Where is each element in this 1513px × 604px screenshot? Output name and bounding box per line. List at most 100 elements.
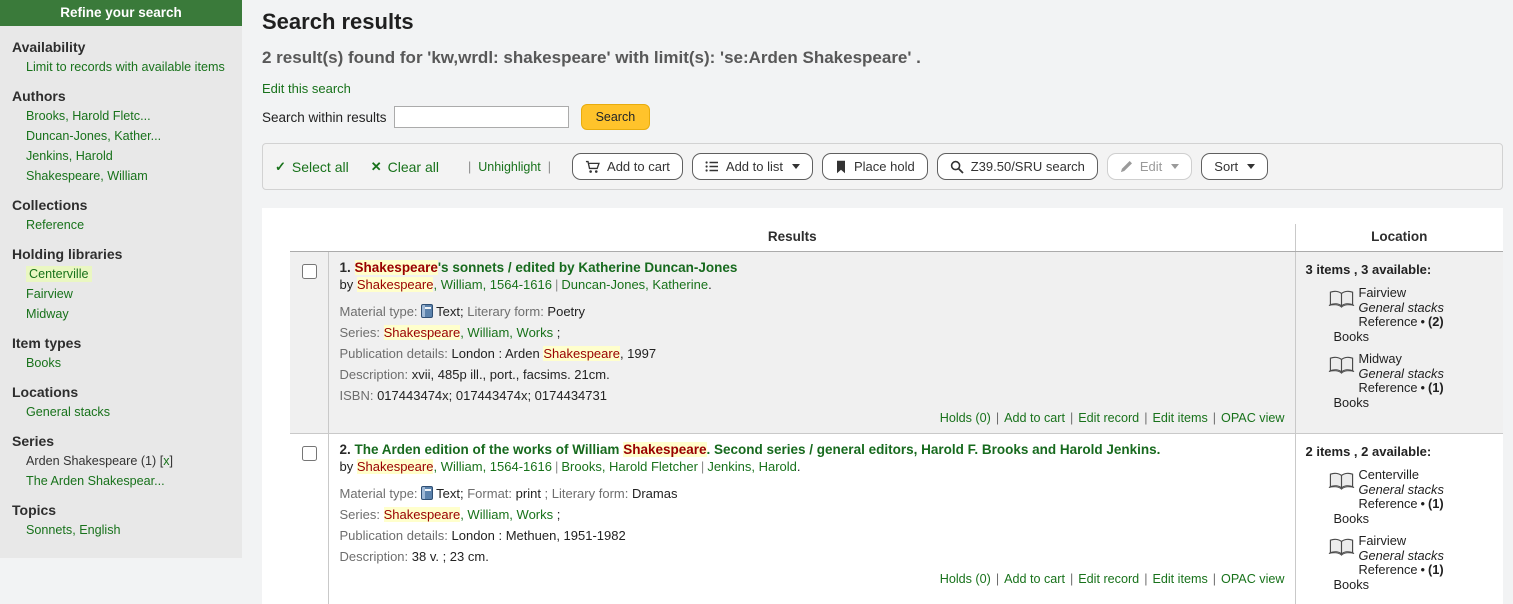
text-segment: print [515, 486, 541, 501]
facet-section-item-types: Item types Books [0, 335, 242, 371]
checkmark-icon: ✓ [275, 158, 286, 174]
facet-link-topic-sonnets[interactable]: Sonnets, English [26, 523, 121, 537]
edit-items-link[interactable]: Edit items [1152, 411, 1207, 425]
facet-heading-topics: Topics [12, 502, 57, 518]
edit-record-link[interactable]: Edit record [1078, 572, 1139, 586]
holding-entry: Midway General stacks Reference • (1) Book… [1328, 351, 1498, 410]
edit-button[interactable]: Edit [1106, 153, 1193, 180]
separator: | [995, 411, 1000, 425]
text-segment: . [796, 459, 801, 474]
result-action-links: Holds (0) | Add to cart | Edit record | Edit i… [340, 572, 1285, 586]
result-checkbox[interactable] [301, 446, 317, 461]
results-column-header: Results [290, 224, 1295, 252]
facet-link-author[interactable]: Duncan-Jones, Kather... [26, 129, 161, 143]
link[interactable]: Jenkins, Harold [707, 459, 797, 474]
facet-heading-item-types: Item types [12, 335, 82, 351]
facet-link-collection[interactable]: Reference [26, 218, 84, 232]
result-checkbox[interactable] [301, 264, 317, 279]
facet-link-series[interactable]: The Arden Shakespear... [26, 474, 165, 488]
clear-all-link[interactable]: ✕ Clear all [371, 159, 439, 175]
separator: | [547, 159, 552, 174]
opac-view-link[interactable]: OPAC view [1221, 411, 1284, 425]
facet-link-location-general-stacks[interactable]: General stacks [26, 405, 110, 419]
edit-record-link[interactable]: Edit record [1078, 411, 1139, 425]
bullet: • [1420, 562, 1426, 577]
result-details: Material type: Text; Format: print ; Lit… [340, 486, 1285, 586]
facet-section-authors: Authors Brooks, Harold Fletc... Duncan-J… [0, 88, 242, 184]
result-title[interactable]: 2. The Arden edition of the works of Wil… [340, 442, 1285, 458]
separator: | [1144, 411, 1148, 425]
facet-link-library-centerville[interactable]: Centerville [26, 266, 92, 282]
facet-link-author[interactable]: Jenkins, Harold [26, 149, 113, 163]
select-all-link[interactable]: ✓ Select all [275, 159, 349, 175]
holding-itemtype: Books [1333, 576, 1370, 592]
highlighted-term: Shakespeare [383, 507, 461, 522]
holds-link[interactable]: Holds (0) [940, 572, 991, 586]
facet-link-author[interactable]: Brooks, Harold Fletc... [26, 109, 151, 123]
facet-heading-holding-libraries: Holding libraries [12, 246, 123, 262]
bullet: • [1420, 380, 1426, 395]
link[interactable]: Brooks, Harold Fletcher [561, 459, 698, 474]
holds-link[interactable]: Holds (0) [940, 411, 991, 425]
highlighted-term: Shakespeare [543, 346, 620, 361]
results-table: Results Location 1. Shakespeare's sonnet… [290, 224, 1503, 604]
text-segment: | [554, 459, 559, 474]
add-to-list-button[interactable]: Add to list [691, 153, 813, 180]
link[interactable]: , William, 1564-1616 [433, 277, 552, 292]
facet-link-author[interactable]: Shakespeare, William [26, 169, 148, 183]
holding-itemtype: Books [1333, 328, 1370, 344]
edit-this-search-link[interactable]: Edit this search [262, 81, 351, 96]
result-authors-line: by Shakespeare, William, 1564-1616 | Dunca… [340, 277, 1285, 293]
link[interactable]: , William, Works [460, 507, 553, 522]
edit-items-link[interactable]: Edit items [1152, 572, 1207, 586]
facet-section-collections: Collections Reference [0, 197, 242, 233]
result-details: Material type: Text; Literary form: Poet… [340, 304, 1285, 425]
holding-library: Centerville [1358, 467, 1419, 482]
highlighted-term: Shakespeare [356, 459, 434, 474]
add-to-cart-link[interactable]: Add to cart [1004, 572, 1065, 586]
location-column-header: Location [1294, 224, 1503, 252]
shopping-cart-icon [585, 160, 600, 173]
material-type-book-icon [421, 304, 434, 318]
sort-button[interactable]: Sort [1201, 153, 1269, 180]
pencil-icon [1120, 161, 1132, 173]
opac-view-link[interactable]: OPAC view [1221, 572, 1284, 586]
applied-facet-label: Arden Shakespeare (1) [ [26, 454, 164, 468]
add-to-cart-button[interactable]: Add to cart [572, 153, 683, 180]
items-summary: 2 items , 2 available: [1305, 444, 1432, 459]
link[interactable]: , William, 1564-1616 [433, 459, 552, 474]
link[interactable]: . Second series / general editors, Harol… [707, 442, 1161, 457]
link[interactable]: 's sonnets / edited by Katherine Duncan-… [438, 260, 738, 275]
facet-section-availability: Availability Limit to records with avail… [0, 39, 242, 75]
text-segment: Text; [436, 304, 464, 319]
search-button[interactable]: Search [580, 104, 651, 130]
result-title[interactable]: 1. Shakespeare's sonnets / edited by Kat… [340, 260, 1285, 276]
add-to-cart-link[interactable]: Add to cart [1004, 411, 1065, 425]
facet-link-itemtype-books[interactable]: Books [26, 356, 61, 370]
facet-link-library-midway[interactable]: Midway [26, 307, 69, 321]
text-segment: Poetry [547, 304, 585, 319]
separator: | [467, 159, 472, 174]
text-segment: by [339, 459, 357, 474]
facet-link-library-fairview[interactable]: Fairview [26, 287, 73, 301]
result-number: 2. [339, 442, 351, 457]
search-within-label: Search within results [262, 109, 387, 125]
link[interactable]: The Arden edition of the works of Willia… [355, 442, 624, 457]
highlighted-term: Shakespeare [383, 325, 461, 340]
caret-down-icon [1171, 164, 1180, 169]
applied-facet-bracket: ] [169, 454, 174, 468]
link[interactable]: , William, Works [460, 325, 553, 340]
facet-heading-authors: Authors [12, 88, 66, 104]
place-hold-button[interactable]: Place hold [822, 153, 928, 180]
holding-location: General stacks [1358, 547, 1444, 563]
result-authors-line: by Shakespeare, William, 1564-1616 | Brook… [340, 459, 1285, 475]
text-segment: Literary form: [463, 304, 548, 319]
facet-heading-collections: Collections [12, 197, 88, 213]
link[interactable]: Duncan-Jones, Katherine [561, 277, 708, 292]
facet-link-available-items[interactable]: Limit to records with available items [26, 60, 225, 74]
z3950-search-button[interactable]: Z39.50/SRU search [936, 153, 1098, 180]
search-within-input[interactable] [393, 106, 569, 128]
unhighlight-link[interactable]: Unhighlight [478, 160, 541, 174]
applied-facet-arden-shakespeare: Arden Shakespeare (1) [x] [26, 453, 232, 469]
holding-location: General stacks [1358, 299, 1444, 315]
